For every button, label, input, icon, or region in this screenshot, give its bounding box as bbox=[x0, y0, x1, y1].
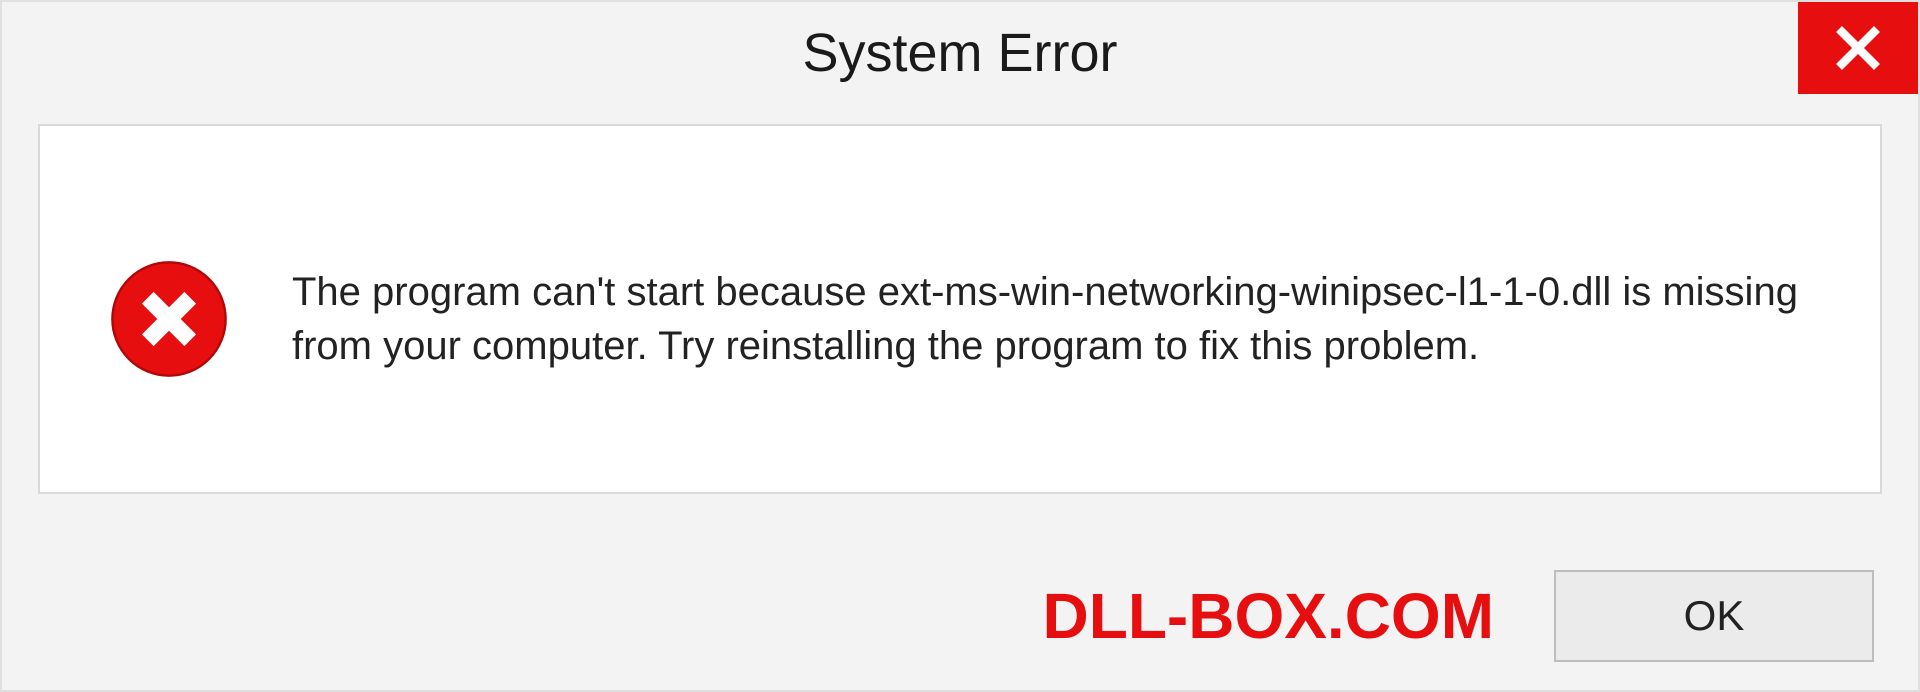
content-frame: The program can't start because ext-ms-w… bbox=[38, 124, 1882, 494]
error-icon-wrap bbox=[110, 260, 228, 378]
error-dialog-window: System Error The program can't start bec… bbox=[0, 0, 1920, 692]
window-title: System Error bbox=[802, 22, 1117, 84]
error-circle-x-icon bbox=[110, 260, 228, 378]
watermark-text: DLL-BOX.COM bbox=[1043, 579, 1495, 653]
ok-button[interactable]: OK bbox=[1554, 570, 1874, 662]
close-button[interactable] bbox=[1798, 2, 1918, 94]
error-message: The program can't start because ext-ms-w… bbox=[292, 265, 1810, 373]
dialog-footer: DLL-BOX.COM OK bbox=[2, 570, 1918, 662]
close-icon bbox=[1834, 24, 1882, 72]
titlebar: System Error bbox=[2, 2, 1918, 104]
